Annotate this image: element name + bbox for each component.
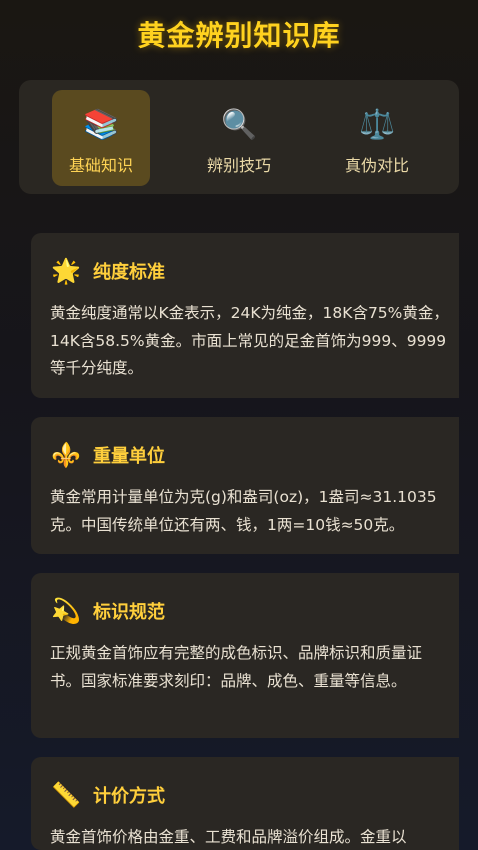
books-icon: 📚 <box>82 107 120 141</box>
card-title: 标识规范 <box>93 602 165 623</box>
tab-identification-tips[interactable]: 🔍 辨别技巧 <box>190 90 288 186</box>
tab-authenticity-comparison[interactable]: ⚖️ 真伪对比 <box>328 90 426 186</box>
card-body: 黄金常用计量单位为克(g)和盎司(oz)，1盎司≈31.1035克。中国传统单位… <box>50 488 437 534</box>
knowledge-card-weight[interactable]: ⚜️ 重量单位 黄金常用计量单位为克(g)和盎司(oz)，1盎司≈31.1035… <box>31 417 459 554</box>
knowledge-card-marking[interactable]: 💫 标识规范 正规黄金首饰应有完整的成色标识、品牌标识和质量证书。国家标准要求刻… <box>31 573 459 738</box>
knowledge-card-pricing[interactable]: 📏 计价方式 黄金首饰价格由金重、工费和品牌溢价组成。金重以 <box>31 757 459 850</box>
dizzy-star-icon: 💫 <box>51 597 81 625</box>
tab-basic-knowledge[interactable]: 📚 基础知识 <box>52 90 150 186</box>
star-icon: 🌟 <box>51 257 81 285</box>
knowledge-card-purity[interactable]: 🌟 纯度标准 黄金纯度通常以K金表示，24K为纯金，18K含75%黄金，14K含… <box>31 233 459 398</box>
card-body: 正规黄金首饰应有完整的成色标识、品牌标识和质量证书。国家标准要求刻印：品牌、成色… <box>50 644 423 690</box>
card-title: 纯度标准 <box>93 262 165 283</box>
card-body: 黄金纯度通常以K金表示，24K为纯金，18K含75%黄金，14K含58.5%黄金… <box>50 304 449 377</box>
page-title: 黄金辨别知识库 <box>137 19 341 52</box>
tab-label: 基础知识 <box>68 156 133 175</box>
category-tab-bar: 📚 基础知识 🔍 辨别技巧 ⚖️ 真伪对比 <box>19 80 459 194</box>
card-title: 重量单位 <box>93 446 165 467</box>
card-body: 黄金首饰价格由金重、工费和品牌溢价组成。金重以 <box>50 828 407 846</box>
fleur-de-lis-icon: ⚜️ <box>51 441 81 469</box>
ruler-icon: 📏 <box>51 781 81 809</box>
tab-label: 辨别技巧 <box>206 156 271 175</box>
scales-icon: ⚖️ <box>358 107 396 141</box>
magnifier-icon: 🔍 <box>220 107 258 141</box>
tab-label: 真伪对比 <box>344 156 409 175</box>
card-title: 计价方式 <box>93 786 165 807</box>
